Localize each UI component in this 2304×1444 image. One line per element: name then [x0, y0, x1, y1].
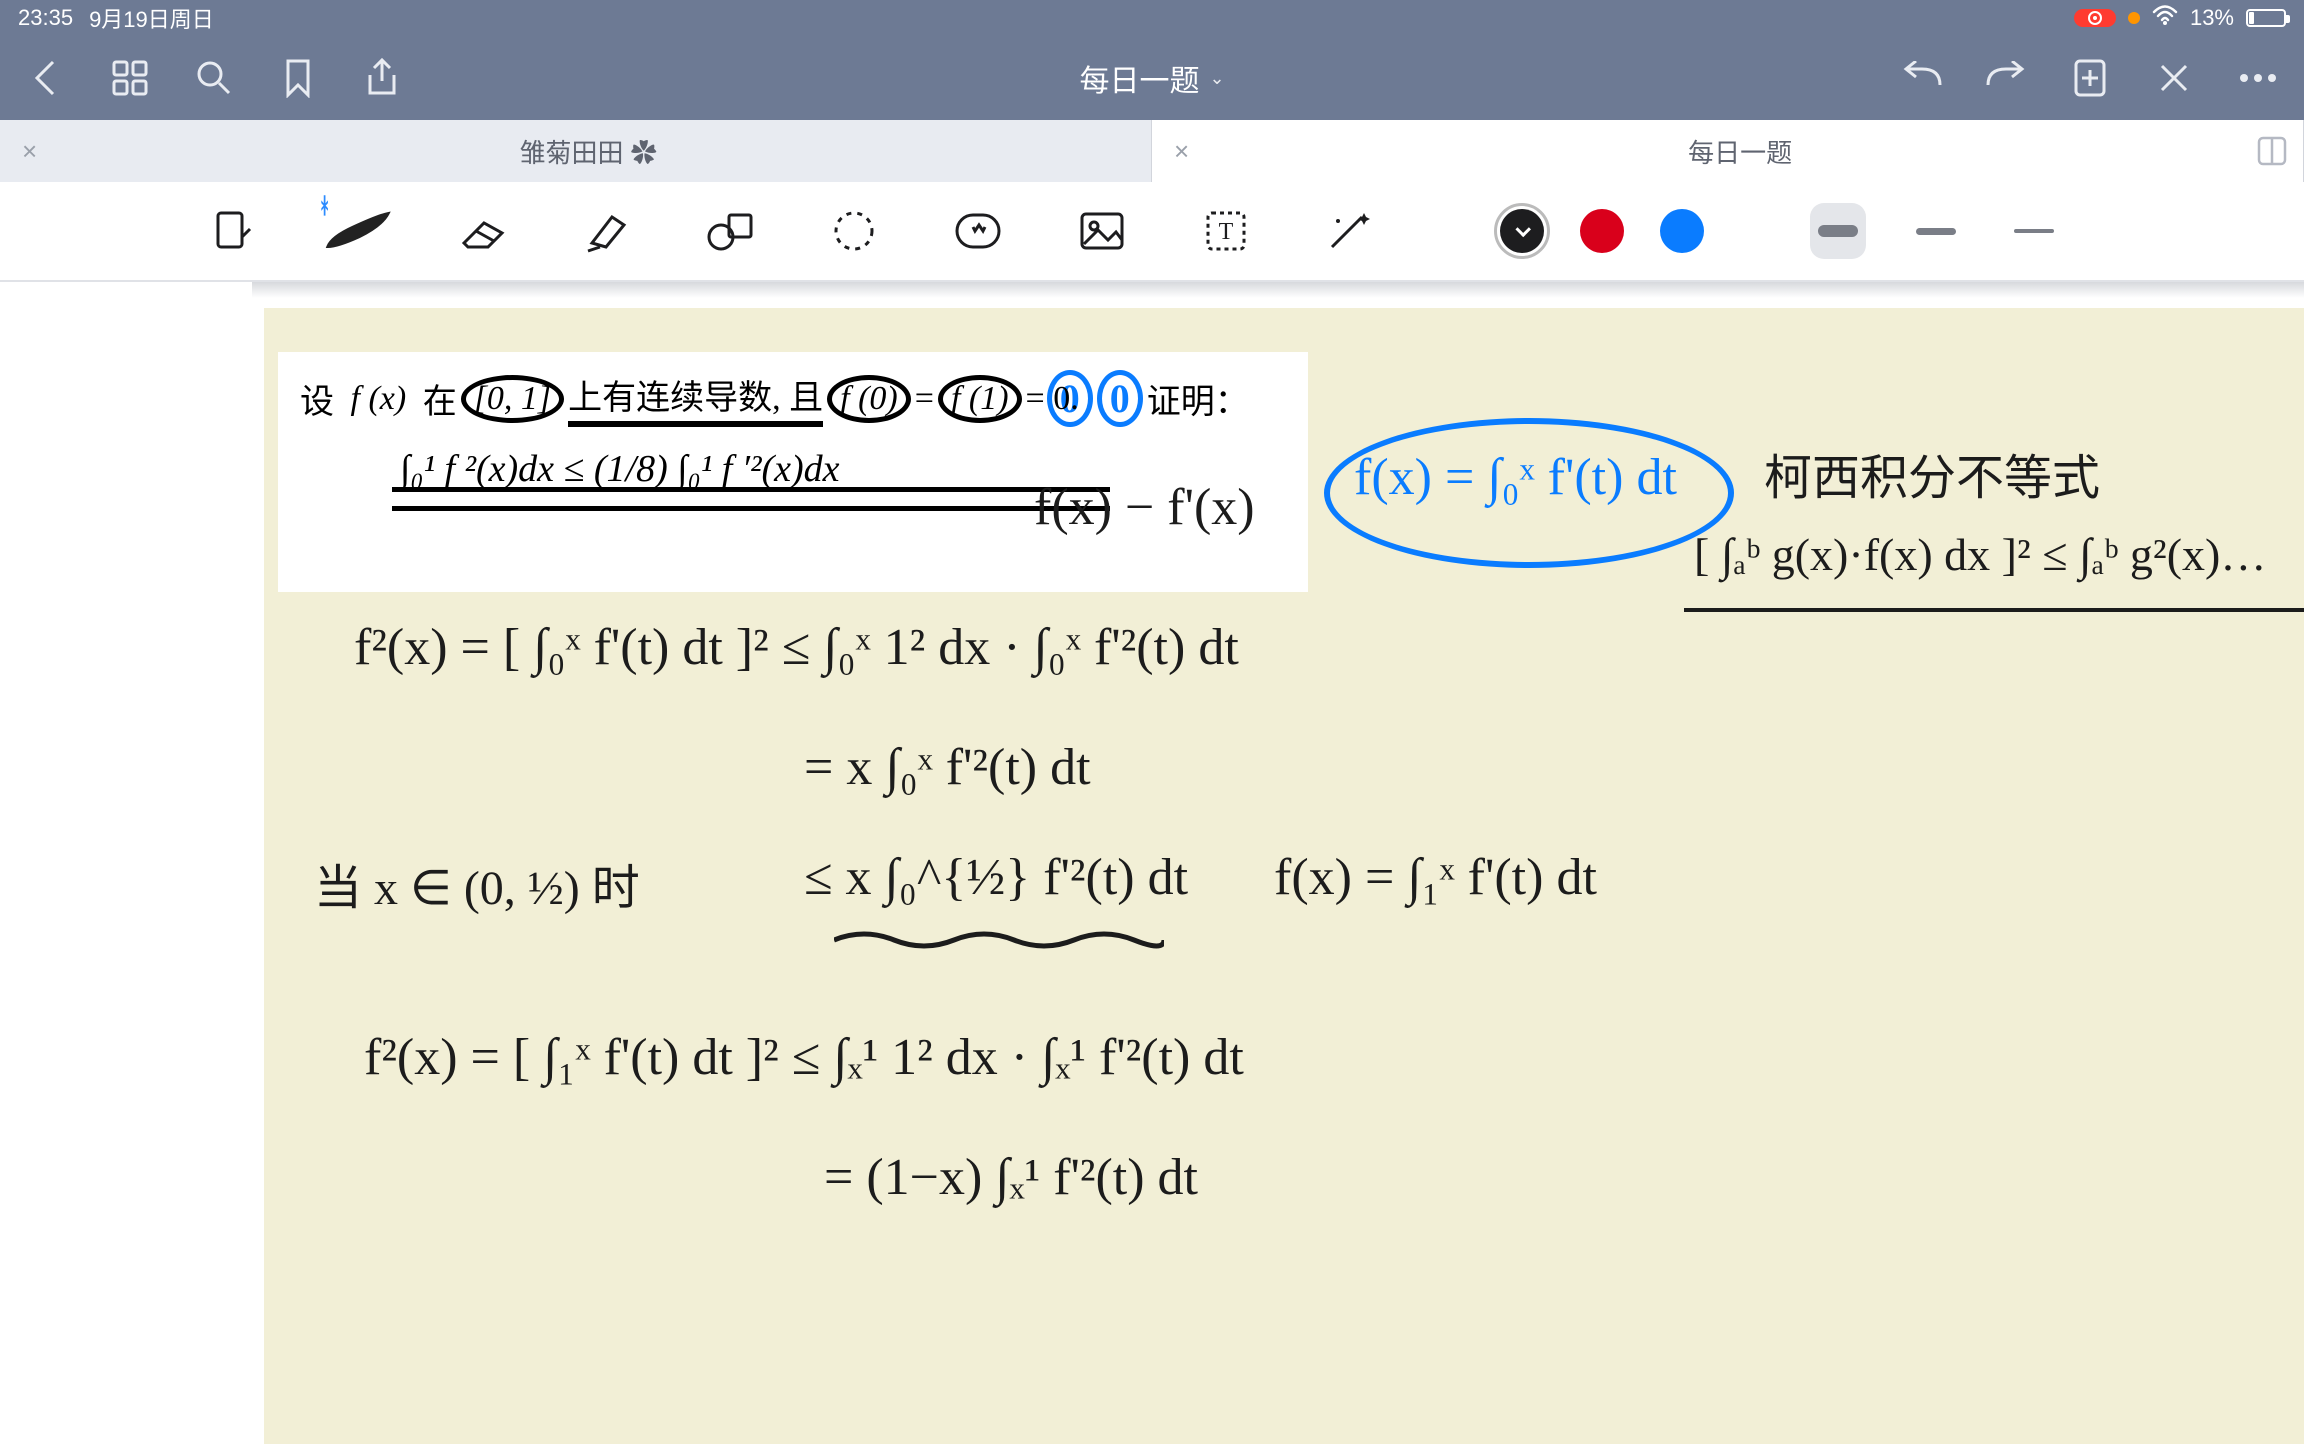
tab-close-button[interactable]: ×: [1174, 136, 1189, 167]
problem-f1-circled: f (1): [938, 375, 1022, 423]
status-date: 9月19日周日: [89, 2, 214, 34]
stroke-small[interactable]: [2006, 203, 2062, 259]
problem-interval-circled: [0, 1]: [461, 375, 564, 423]
tab-inactive-title: 雏菊田田 ✿: [47, 133, 1129, 170]
document-tab-strip: × 雏菊田田 ✿ × 每日一题: [0, 120, 2304, 182]
problem-middle: 上有连续导数, 且: [568, 370, 823, 427]
grid-view-button[interactable]: [108, 56, 152, 100]
problem-f0-circled: f (0): [827, 375, 911, 423]
color-palette: [1500, 209, 1704, 253]
bookmark-button[interactable]: [276, 56, 320, 100]
drawing-toolbar: ᚼ T: [0, 182, 2304, 282]
handwriting-line5: = (1−x) ∫ₓ¹ f'²(t) dt: [824, 1148, 1198, 1207]
problem-statement: 设 f (x) 在 [0, 1] 上有连续导数, 且 f (0) = f (1)…: [278, 352, 1308, 592]
note-canvas[interactable]: 设 f (x) 在 [0, 1] 上有连续导数, 且 f (0) = f (1)…: [0, 282, 2304, 1444]
shapes-tool[interactable]: [696, 197, 764, 265]
note-page[interactable]: 设 f (x) 在 [0, 1] 上有连续导数, 且 f (0) = f (1)…: [264, 308, 2304, 1444]
battery-icon: [2246, 9, 2286, 27]
screen-recording-indicator[interactable]: [2074, 9, 2116, 27]
bluetooth-icon: ᚼ: [318, 193, 331, 219]
problem-prefix: 设: [300, 374, 334, 423]
problem-prove: 证明：: [1147, 374, 1249, 423]
problem-func: f (x): [351, 380, 407, 418]
svg-text:T: T: [1219, 219, 1234, 245]
blue-zero-b: 0: [1097, 370, 1143, 427]
handwriting-fminusfprime: f(x) − f'(x): [1034, 478, 1255, 537]
handwriting-blue-ftc: f(x) = ∫₀ˣ f'(t) dt: [1354, 448, 1677, 507]
tab-active[interactable]: × 每日一题: [1152, 120, 2304, 182]
split-view-icon[interactable]: [2257, 136, 2287, 166]
text-tool[interactable]: T: [1192, 197, 1260, 265]
pen-tool[interactable]: ᚼ: [324, 197, 392, 265]
add-page-button[interactable]: [2068, 56, 2112, 100]
lasso-tool[interactable]: [820, 197, 888, 265]
page-settings-tool[interactable]: [200, 197, 268, 265]
eraser-tool[interactable]: [448, 197, 516, 265]
handwriting-line4: f²(x) = [ ∫₁ˣ f'(t) dt ]² ≤ ∫ₓ¹ 1² dx · …: [364, 1028, 1244, 1087]
document-title: 每日一题: [1079, 56, 1199, 100]
sticker-tool[interactable]: [944, 197, 1012, 265]
handwriting-cauchy-formula: [ ∫ₐᵇ g(x)·f(x) dx ]² ≤ ∫ₐᵇ g²(x)…: [1694, 528, 2266, 581]
color-blue[interactable]: [1660, 209, 1704, 253]
handwriting-line2: = x ∫₀ˣ f'²(t) dt: [804, 738, 1091, 797]
document-title-dropdown[interactable]: 每日一题 ⌄: [404, 56, 1900, 100]
handwriting-side: f(x) = ∫₁ˣ f'(t) dt: [1274, 848, 1597, 907]
undo-button[interactable]: [1900, 56, 1944, 100]
back-button[interactable]: [24, 56, 68, 100]
stroke-width-picker: [1810, 203, 2062, 259]
tab-close-button[interactable]: ×: [22, 136, 37, 167]
color-black[interactable]: [1500, 209, 1544, 253]
color-red[interactable]: [1580, 209, 1624, 253]
handwriting-condition: 当 x ∈ (0, ½) 时: [314, 848, 640, 918]
problem-eq0: = 0.: [1026, 380, 1079, 418]
page-shadow: [252, 282, 2304, 298]
record-icon: [2088, 11, 2102, 25]
stroke-medium[interactable]: [1908, 203, 1964, 259]
stroke-large[interactable]: [1810, 203, 1866, 259]
close-edit-button[interactable]: [2152, 56, 2196, 100]
wavy-underline: [834, 928, 1164, 942]
mic-in-use-icon: [2128, 12, 2140, 24]
problem-integral: ∫₀¹ f ²(x)dx ≤ (1/8) ∫₀¹ f ′²(x)dx: [400, 447, 840, 491]
more-button[interactable]: [2236, 56, 2280, 100]
chevron-down-icon: ⌄: [1209, 68, 1224, 89]
handwriting-underline: [1684, 608, 2304, 612]
battery-percent: 13%: [2190, 5, 2234, 31]
status-time: 23:35: [18, 5, 73, 31]
handwriting-line3: ≤ x ∫₀^{½} f'²(t) dt: [804, 848, 1188, 907]
problem-f1: f (1): [951, 380, 1009, 417]
problem-interval: [0, 1]: [474, 380, 551, 417]
handwriting-line1: f²(x) = [ ∫₀ˣ f'(t) dt ]² ≤ ∫₀ˣ 1² dx · …: [354, 618, 1239, 677]
ipad-status-bar: 23:35 9月19日周日 13%: [0, 0, 2304, 36]
share-button[interactable]: [360, 56, 404, 100]
wifi-icon: [2152, 5, 2178, 31]
problem-f0: f (0): [840, 380, 898, 417]
problem-eq1: =: [915, 380, 934, 418]
app-top-nav: 每日一题 ⌄: [0, 36, 2304, 120]
highlighter-tool[interactable]: [572, 197, 640, 265]
magic-tool[interactable]: [1316, 197, 1384, 265]
tab-active-title: 每日一题: [1199, 133, 2281, 170]
search-button[interactable]: [192, 56, 236, 100]
image-tool[interactable]: [1068, 197, 1136, 265]
tab-inactive[interactable]: × 雏菊田田 ✿: [0, 120, 1152, 182]
redo-button[interactable]: [1984, 56, 2028, 100]
handwriting-cauchy-label: 柯西积分不等式: [1764, 438, 2100, 508]
problem-on: 在: [423, 374, 457, 423]
